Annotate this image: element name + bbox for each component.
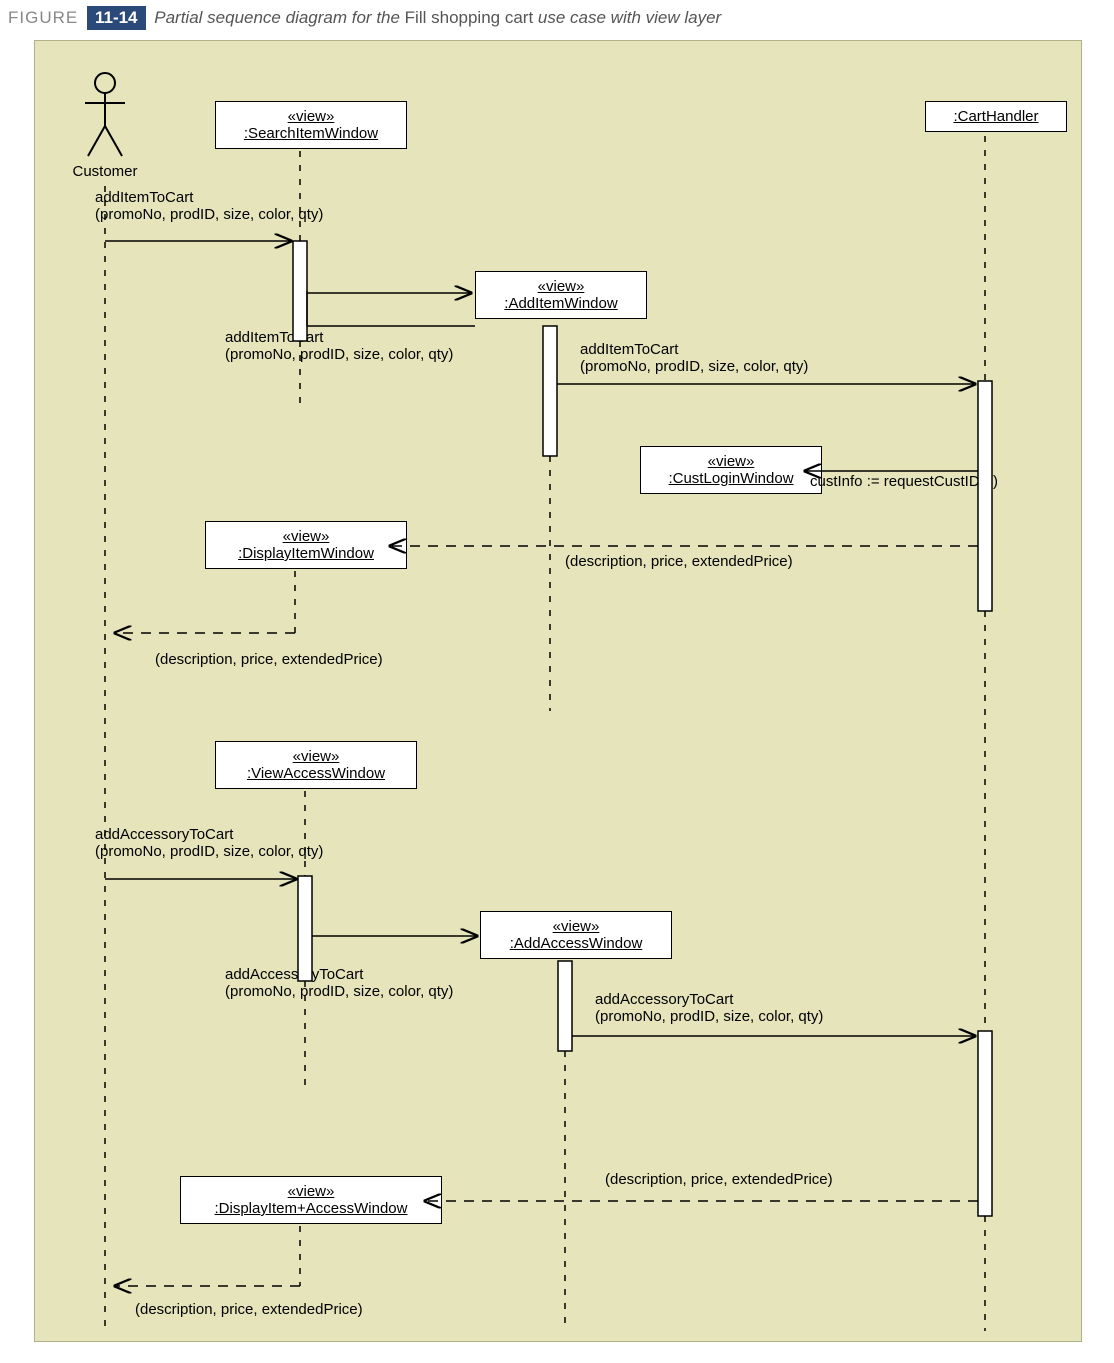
stereotype: «view» (651, 453, 811, 470)
caption-post: use case with view layer (533, 8, 721, 27)
stereotype: «view» (486, 278, 636, 295)
lifeline-add-access-window: «view» :AddAccessWindow (480, 911, 672, 959)
lifeline-display-item-access-window: «view» :DisplayItem+AccessWindow (180, 1176, 442, 1224)
figure-caption: Partial sequence diagram for the Fill sh… (154, 8, 721, 27)
object-name: :AddItemWindow (486, 295, 636, 312)
figure-number: 11-14 (87, 6, 146, 30)
figure-label: FIGURE (8, 8, 78, 27)
stick-figure-icon (80, 71, 130, 161)
msg-add-accessory-3: addAccessoryToCart (promoNo, prodID, siz… (595, 991, 823, 1025)
lifeline-cart-handler: :CartHandler (925, 101, 1067, 132)
stereotype: «view» (191, 1183, 431, 1200)
lifeline-cust-login-window: «view» :CustLoginWindow (640, 446, 822, 494)
stereotype: «view» (226, 748, 406, 765)
lifeline-view-access-window: «view» :ViewAccessWindow (215, 741, 417, 789)
object-name: :CartHandler (936, 108, 1056, 125)
msg-add-accessory-1: addAccessoryToCart (promoNo, prodID, siz… (95, 826, 323, 860)
diagram-lines (35, 41, 1081, 1341)
msg-return-3: (description, price, extendedPrice) (605, 1171, 833, 1188)
lifeline-add-item-window: «view» :AddItemWindow (475, 271, 647, 319)
object-name: :CustLoginWindow (651, 470, 811, 487)
sequence-diagram: Customer «view» :SearchItemWindow :CartH… (34, 40, 1082, 1342)
stereotype: «view» (491, 918, 661, 935)
caption-pre: Partial sequence diagram for the (154, 8, 404, 27)
msg-return-2: (description, price, extendedPrice) (155, 651, 383, 668)
msg-add-item-1: addItemToCart (promoNo, prodID, size, co… (95, 189, 323, 223)
msg-add-item-3: addItemToCart (promoNo, prodID, size, co… (580, 341, 808, 375)
object-name: :AddAccessWindow (491, 935, 661, 952)
msg-return-1: (description, price, extendedPrice) (565, 553, 793, 570)
actor-customer: Customer (65, 71, 145, 180)
lifeline-display-item-window: «view» :DisplayItemWindow (205, 521, 407, 569)
msg-add-item-2: addItemToCart (promoNo, prodID, size, co… (225, 329, 453, 363)
stereotype: «view» (216, 528, 396, 545)
lifeline-search-item-window: «view» :SearchItemWindow (215, 101, 407, 149)
object-name: :DisplayItemWindow (216, 545, 396, 562)
object-name: :SearchItemWindow (226, 125, 396, 142)
caption-mid: Fill shopping cart (405, 8, 534, 27)
msg-add-accessory-2: addAccessoryToCart (promoNo, prodID, siz… (225, 966, 453, 1000)
object-name: :DisplayItem+AccessWindow (191, 1200, 431, 1217)
msg-return-4: (description, price, extendedPrice) (135, 1301, 363, 1318)
msg-request-custid: custInfo := requestCustID ( ) (810, 473, 998, 490)
stereotype: «view» (226, 108, 396, 125)
actor-label: Customer (65, 163, 145, 180)
figure-header: FIGURE 11-14 Partial sequence diagram fo… (0, 0, 1114, 36)
object-name: :ViewAccessWindow (226, 765, 406, 782)
